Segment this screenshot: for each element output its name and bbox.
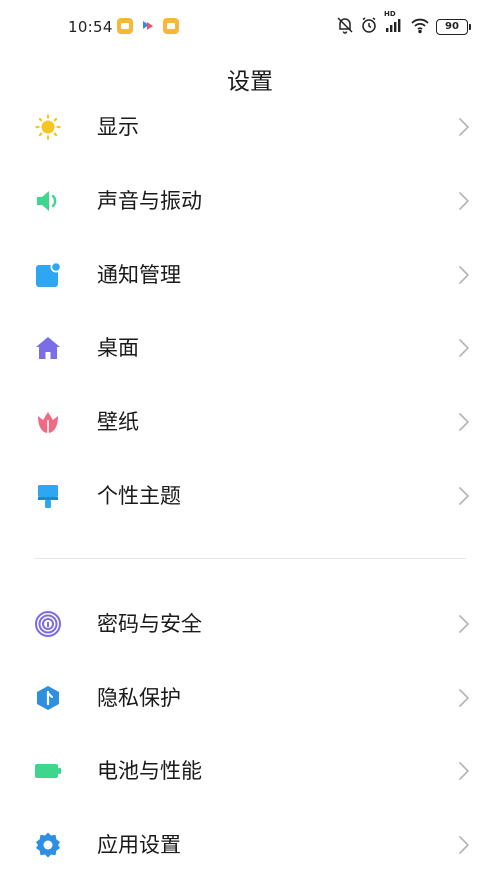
- settings-item-notifications[interactable]: 通知管理: [0, 237, 500, 311]
- settings-item-label: 个性主题: [97, 483, 181, 508]
- gear-icon: [34, 831, 62, 859]
- chevron-right-icon: [458, 265, 470, 285]
- status-bar: 10:54 HD 90: [0, 0, 500, 56]
- privacy-shield-icon: [34, 684, 62, 712]
- settings-item-display[interactable]: 显示: [0, 89, 500, 163]
- settings-item-label: 桌面: [97, 336, 139, 361]
- settings-item-password-security[interactable]: 密码与安全: [0, 586, 500, 660]
- brush-icon: [34, 482, 62, 510]
- chevron-right-icon: [458, 614, 470, 634]
- settings-list: 显示 声音与振动 通知管理 桌面 壁纸 个性主题 密码与安全 隐私保护 电池与性…: [0, 89, 500, 881]
- settings-item-sound[interactable]: 声音与振动: [0, 163, 500, 237]
- chevron-right-icon: [458, 486, 470, 506]
- settings-item-battery[interactable]: 电池与性能: [0, 733, 500, 807]
- divider: [34, 557, 466, 559]
- settings-item-label: 显示: [97, 115, 139, 139]
- bell-off-icon: [336, 16, 354, 38]
- chevron-right-icon: [458, 117, 470, 137]
- chevron-right-icon: [458, 412, 470, 432]
- group-separator: [0, 532, 500, 586]
- settings-item-label: 隐私保护: [97, 685, 181, 710]
- settings-item-label: 通知管理: [97, 262, 181, 287]
- status-indicators: HD 90: [336, 10, 471, 38]
- chevron-right-icon: [458, 835, 470, 855]
- status-time: 10:54: [68, 18, 113, 36]
- settings-item-app-settings[interactable]: 应用设置: [0, 807, 500, 881]
- settings-item-label: 应用设置: [97, 833, 181, 858]
- settings-item-label: 壁纸: [97, 410, 139, 435]
- wifi-icon: [410, 16, 430, 38]
- settings-item-wallpaper[interactable]: 壁纸: [0, 384, 500, 458]
- chevron-right-icon: [458, 688, 470, 708]
- settings-item-label: 声音与振动: [97, 188, 202, 213]
- notes-app-icon: [117, 18, 133, 34]
- sun-icon: [34, 113, 62, 141]
- hd-label: HD: [384, 10, 396, 18]
- settings-item-desktop[interactable]: 桌面: [0, 310, 500, 384]
- battery-indicator: 90: [436, 19, 471, 35]
- alarm-icon: [360, 16, 378, 38]
- cellular-signal-icon: HD: [384, 10, 404, 38]
- bilibili-app-icon: [140, 18, 156, 34]
- speaker-icon: [34, 187, 62, 215]
- settings-item-label: 密码与安全: [97, 611, 202, 636]
- fingerprint-icon: [34, 610, 62, 638]
- notes-app-icon: [163, 18, 179, 34]
- chevron-right-icon: [458, 761, 470, 781]
- home-icon: [34, 334, 62, 362]
- chevron-right-icon: [458, 191, 470, 211]
- chevron-right-icon: [458, 338, 470, 358]
- settings-item-privacy[interactable]: 隐私保护: [0, 660, 500, 734]
- notification-icon: [34, 261, 62, 289]
- settings-item-label: 电池与性能: [97, 759, 202, 784]
- settings-item-themes[interactable]: 个性主题: [0, 458, 500, 532]
- battery-icon: [34, 757, 62, 785]
- tulip-icon: [34, 408, 62, 436]
